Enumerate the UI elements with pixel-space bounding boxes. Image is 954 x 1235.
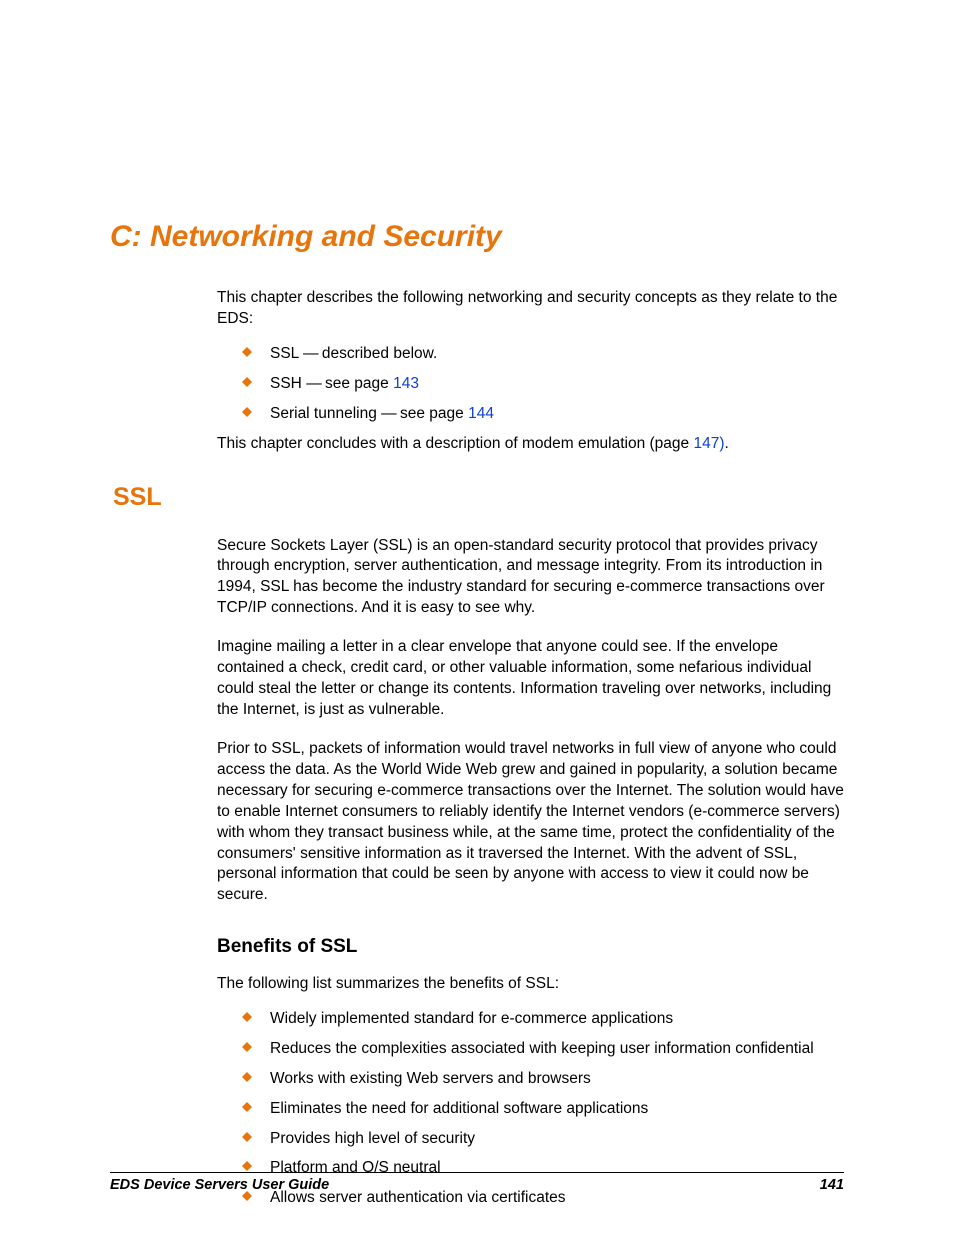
ssl-para-1: Secure Sockets Layer (SSL) is an open-st… — [217, 536, 844, 620]
ssl-heading: SSL — [113, 483, 844, 512]
page-link-143[interactable]: 143 — [393, 375, 419, 392]
page-link-144[interactable]: 144 — [468, 405, 494, 422]
page-footer: EDS Device Servers User Guide 141 — [110, 1172, 844, 1193]
list-item: Works with existing Web servers and brow… — [242, 1069, 844, 1090]
intro-concludes: This chapter concludes with a descriptio… — [217, 434, 844, 455]
diamond-bullet-icon — [242, 1012, 252, 1022]
benefits-heading: Benefits of SSL — [217, 934, 844, 960]
diamond-bullet-icon — [242, 1072, 252, 1082]
list-item: Serial tunneling — see page 144 — [242, 404, 844, 425]
list-item: SSL — described below. — [242, 344, 844, 365]
intro-paragraph: This chapter describes the following net… — [217, 288, 844, 330]
list-text: Works with existing Web servers and brow… — [270, 1070, 591, 1087]
list-text: Widely implemented standard for e-commer… — [270, 1010, 673, 1027]
diamond-bullet-icon — [242, 407, 252, 417]
diamond-bullet-icon — [242, 1132, 252, 1142]
footer-guide-title: EDS Device Servers User Guide — [110, 1177, 329, 1193]
intro-bullet-list: SSL — described below. SSH — see page 14… — [217, 344, 844, 425]
diamond-bullet-icon — [242, 1161, 252, 1171]
list-item: Eliminates the need for additional softw… — [242, 1099, 844, 1120]
benefits-intro: The following list summarizes the benefi… — [217, 974, 844, 995]
list-text: SSL — described below. — [270, 345, 437, 362]
list-item: SSH — see page 143 — [242, 374, 844, 395]
ssl-block: Secure Sockets Layer (SSL) is an open-st… — [217, 536, 844, 1210]
list-item: Provides high level of security — [242, 1129, 844, 1150]
intro-block: This chapter describes the following net… — [217, 288, 844, 455]
list-text: Eliminates the need for additional softw… — [270, 1100, 648, 1117]
list-item: Widely implemented standard for e-commer… — [242, 1009, 844, 1030]
list-text: Reduces the complexities associated with… — [270, 1040, 814, 1057]
diamond-bullet-icon — [242, 347, 252, 357]
page-link-147[interactable]: 147) — [693, 435, 724, 452]
footer-divider — [110, 1172, 844, 1173]
footer-page-number: 141 — [820, 1177, 844, 1193]
chapter-title: C: Networking and Security — [110, 0, 844, 288]
ssl-para-2: Imagine mailing a letter in a clear enve… — [217, 637, 844, 721]
list-text: Provides high level of security — [270, 1130, 475, 1147]
diamond-bullet-icon — [242, 1102, 252, 1112]
page-container: C: Networking and Security This chapter … — [0, 0, 954, 1235]
diamond-bullet-icon — [242, 1042, 252, 1052]
list-text: Serial tunneling — see page 144 — [270, 405, 494, 422]
ssl-para-3: Prior to SSL, packets of information wou… — [217, 739, 844, 906]
list-text: SSH — see page 143 — [270, 375, 419, 392]
list-item: Reduces the complexities associated with… — [242, 1039, 844, 1060]
diamond-bullet-icon — [242, 377, 252, 387]
